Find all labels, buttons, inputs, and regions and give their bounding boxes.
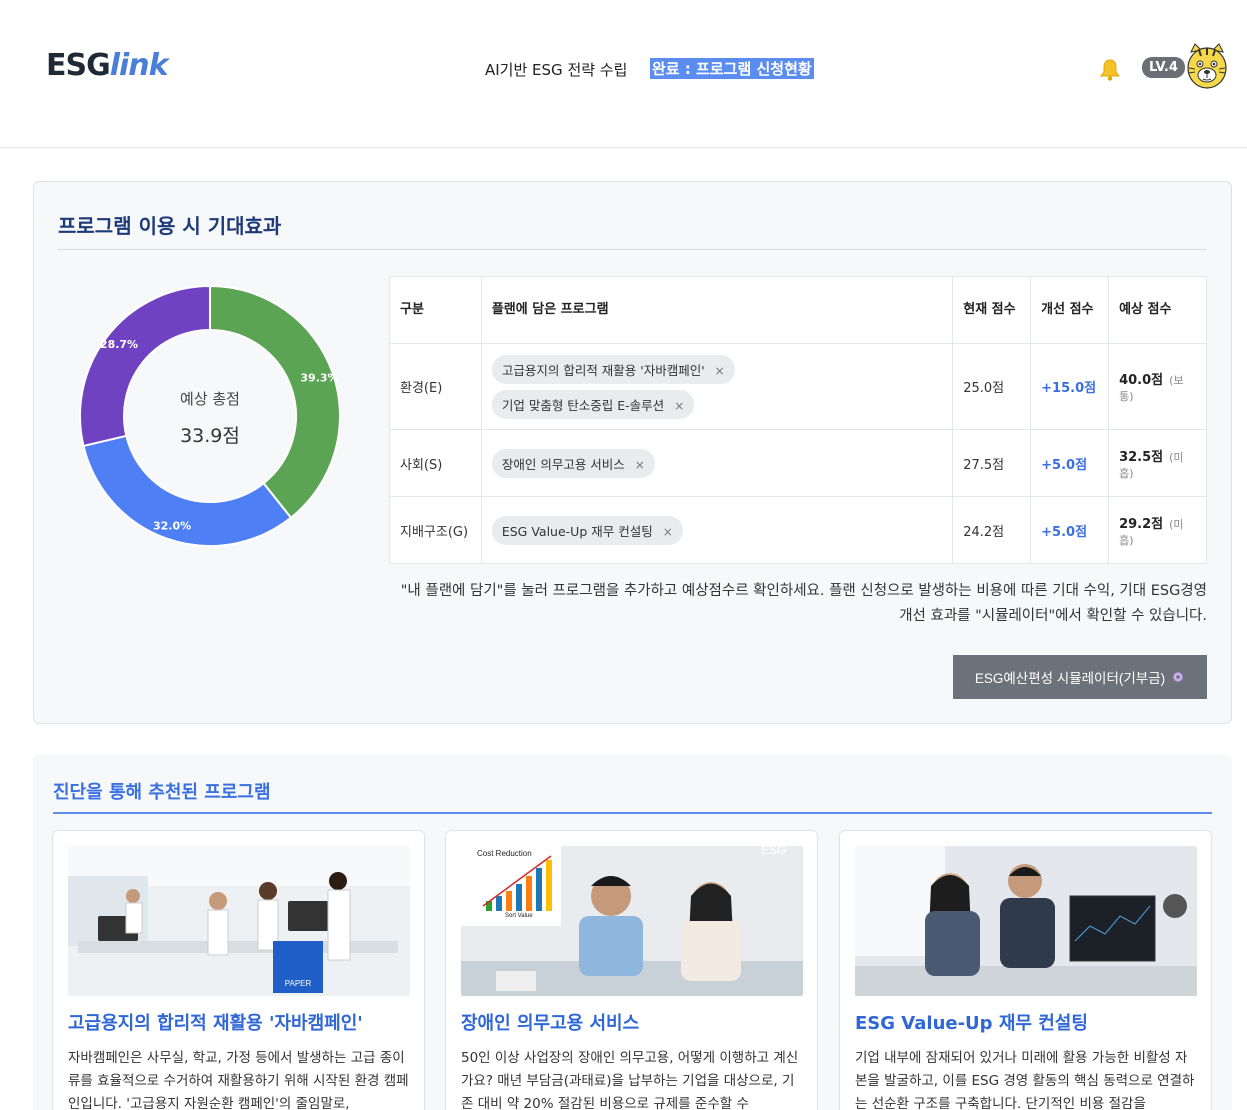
col-header-current: 현재 점수 <box>952 276 1032 344</box>
simulator-button-label: ESG예산편성 시뮬레이터(기부금) <box>974 671 1166 686</box>
row-current-score: 27.5점 <box>952 429 1032 497</box>
top-header: ESGlink AI기반 ESG 전략 수립 완료 : 프로그램 신청현황 LV… <box>0 0 1247 148</box>
program-card-title[interactable]: 고급용지의 합리적 재활용 '자바캠페인' <box>68 1009 363 1035</box>
expect-value: 29.2점 <box>1119 516 1164 532</box>
program-card-title[interactable]: 장애인 의무고용 서비스 <box>461 1009 639 1035</box>
tiger-avatar-icon[interactable] <box>1185 42 1229 90</box>
program-chip-label: 장애인 의무고용 서비스 <box>501 456 625 472</box>
remove-chip-icon[interactable]: × <box>635 458 645 472</box>
expected-effect-panel: 프로그램 이용 시 기대효과 39.3% 32.0% 28.7% 예상 총점 33.… <box>33 181 1232 724</box>
logo-suffix: link <box>109 48 169 83</box>
effect-title: 프로그램 이용 시 기대효과 <box>58 214 282 238</box>
program-chip[interactable]: 고급용지의 합리적 재활용 '자바캠페인' × <box>491 354 735 384</box>
recommended-title: 진단을 통해 추천된 프로그램 <box>53 782 271 803</box>
donut-center-value: 33.9점 <box>180 425 240 447</box>
row-improve-score: +5.0점 <box>1030 429 1110 497</box>
col-header-programs: 플랜에 담은 프로그램 <box>480 276 954 344</box>
remove-chip-icon[interactable]: × <box>715 364 725 378</box>
row-expect-score: 29.2점 (미흡) <box>1108 496 1207 564</box>
row-programs: 장애인 의무고용 서비스 × <box>480 429 954 497</box>
effect-note: "내 플랜에 담기"를 눌러 프로그램을 추가하고 예상점수르 확인하세요. 플… <box>400 583 1207 624</box>
remove-chip-icon[interactable]: × <box>674 399 684 413</box>
row-category: 지배구조(G) <box>389 496 482 564</box>
esg-watermark: ESG <box>761 846 786 857</box>
recommended-divider <box>53 812 1212 814</box>
expect-value: 32.5점 <box>1119 449 1164 465</box>
row-category: 사회(S) <box>389 429 482 497</box>
program-card-image: PAPER <box>68 846 410 996</box>
program-card-image: Cost Reduction Sort Value ESG <box>461 846 803 996</box>
effect-divider <box>58 249 1206 250</box>
donut-center-label: 예상 총점 <box>180 390 240 408</box>
col-header-expect: 예상 점수 <box>1108 276 1207 344</box>
cost-chart-caption: Cost Reduction <box>477 849 532 858</box>
program-card-description: 자바캠페인은 사무실, 학교, 가정 등에서 발생하는 고급 종이류를 효율적으… <box>68 1050 409 1110</box>
row-improve-score: +5.0점 <box>1030 496 1110 564</box>
donut-slice-label-1: 32.0% <box>153 520 191 533</box>
row-improve-score: +15.0점 <box>1030 343 1110 430</box>
remove-chip-icon[interactable]: × <box>663 525 673 539</box>
cost-chart-legend: Sort Value <box>505 913 533 919</box>
col-header-improve: 개선 점수 <box>1030 276 1110 344</box>
program-chip-label: 고급용지의 합리적 재활용 '자바캠페인' <box>501 362 705 378</box>
row-current-score: 25.0점 <box>952 343 1032 430</box>
expect-value: 40.0점 <box>1119 373 1164 388</box>
row-programs: ESG Value-Up 재무 컨설팅 × <box>480 496 954 564</box>
program-card[interactable]: Cost Reduction Sort Value ESG 장애인 의무고용 서… <box>445 830 818 1110</box>
table-row: 환경(E) 고급용지의 합리적 재활용 '자바캠페인' × 기업 맞춤형 탄소중립… <box>389 343 1207 430</box>
program-chip-label: ESG Value-Up 재무 컨설팅 <box>501 523 653 539</box>
logo[interactable]: ESGlink <box>46 48 169 83</box>
program-chip[interactable]: ESG Value-Up 재무 컨설팅 × <box>491 515 683 545</box>
score-table: 구분 플랜에 담은 프로그램 현재 점수 개선 점수 예상 점수 환경(E) 고… <box>389 276 1207 564</box>
donut-slice-label-0: 39.3% <box>300 372 338 385</box>
recycle-bin-label: PAPER <box>285 979 312 988</box>
level-badge: LV.4 <box>1142 57 1185 78</box>
gear-icon <box>1173 672 1184 682</box>
program-card[interactable]: PAPER 고급용지의 합리적 재활용 '자바캠페인' 자바캠페인은 사무실, … <box>52 830 425 1110</box>
recommended-panel: 진단을 통해 추천된 프로그램 PAPER 고급용지의 합리적 재활용 '자바캠… <box>33 754 1232 1110</box>
program-card-title[interactable]: ESG Value-Up 재무 컨설팅 <box>855 1009 1088 1035</box>
program-card-description: 기업 내부에 잠재되어 있거나 미래에 활용 가능한 비활성 자본을 발굴하고,… <box>855 1050 1195 1110</box>
row-programs: 고급용지의 합리적 재활용 '자바캠페인' × 기업 맞춤형 탄소중립 E-솔루션… <box>480 343 954 430</box>
table-row: 사회(S) 장애인 의무고용 서비스 × 27.5점 +5.0점 32.5점 (미흡… <box>389 429 1207 497</box>
nav-strategy-label[interactable]: AI기반 ESG 전략 수립 <box>485 59 627 80</box>
program-card-description: 50인 이상 사업장의 장애인 의무고용, 어떻게 이행하고 계신가요? 매년 … <box>461 1050 799 1110</box>
program-card[interactable]: ESG Value-Up 재무 컨설팅 기업 내부에 잠재되어 있거나 미래에 … <box>839 830 1212 1110</box>
program-card-image <box>855 846 1197 996</box>
logo-prefix: ESG <box>46 48 111 83</box>
nav-status-highlight[interactable]: 완료 : 프로그램 신청현황 <box>650 58 814 79</box>
row-expect-score: 32.5점 (미흡) <box>1108 429 1207 497</box>
bell-icon[interactable] <box>1098 58 1122 82</box>
program-chip[interactable]: 장애인 의무고용 서비스 × <box>491 448 655 478</box>
col-header-category: 구분 <box>389 276 482 344</box>
row-category: 환경(E) <box>389 343 482 430</box>
donut-slice-label-2: 28.7% <box>100 338 138 351</box>
program-chip[interactable]: 기업 맞춤형 탄소중립 E-솔루션 × <box>491 389 695 419</box>
simulator-button[interactable]: ESG예산편성 시뮬레이터(기부금) <box>953 655 1207 699</box>
score-table-header: 구분 플랜에 담은 프로그램 현재 점수 개선 점수 예상 점수 <box>389 276 1207 344</box>
row-current-score: 24.2점 <box>952 496 1032 564</box>
row-expect-score: 40.0점 (보통) <box>1108 343 1207 430</box>
table-row: 지배구조(G) ESG Value-Up 재무 컨설팅 × 24.2점 +5.0점… <box>389 496 1207 564</box>
score-donut-chart: 39.3% 32.0% 28.7% <box>79 284 341 547</box>
program-chip-label: 기업 맞춤형 탄소중립 E-솔루션 <box>501 397 665 413</box>
